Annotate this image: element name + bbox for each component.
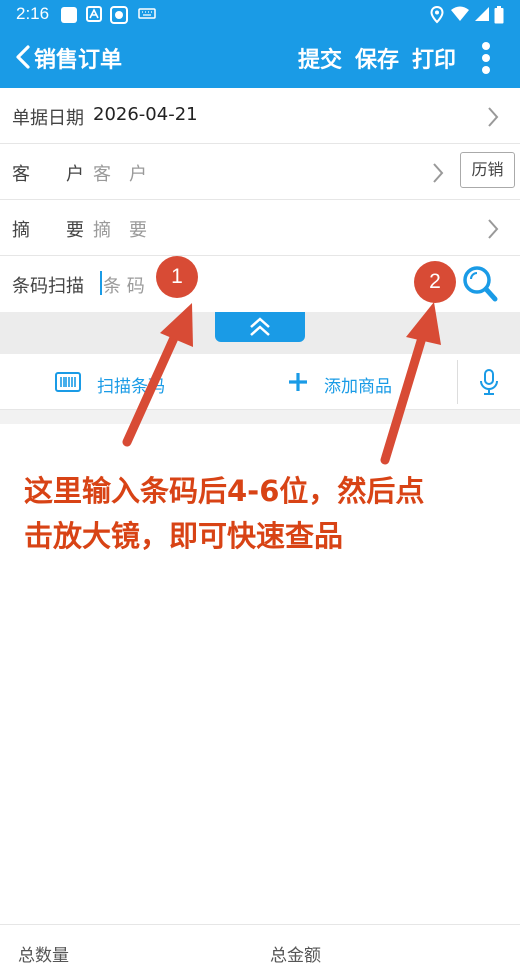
annotation-badge-2: 2 <box>414 261 456 303</box>
annotation-arrowhead-2 <box>406 302 441 345</box>
totals-footer: 总数量 总金额 <box>0 924 520 976</box>
total-quantity-label: 总数量 <box>18 946 69 966</box>
annotation-arrows <box>122 302 441 465</box>
total-amount-label: 总金额 <box>270 946 321 966</box>
annotation-badge-1: 1 <box>156 256 198 298</box>
